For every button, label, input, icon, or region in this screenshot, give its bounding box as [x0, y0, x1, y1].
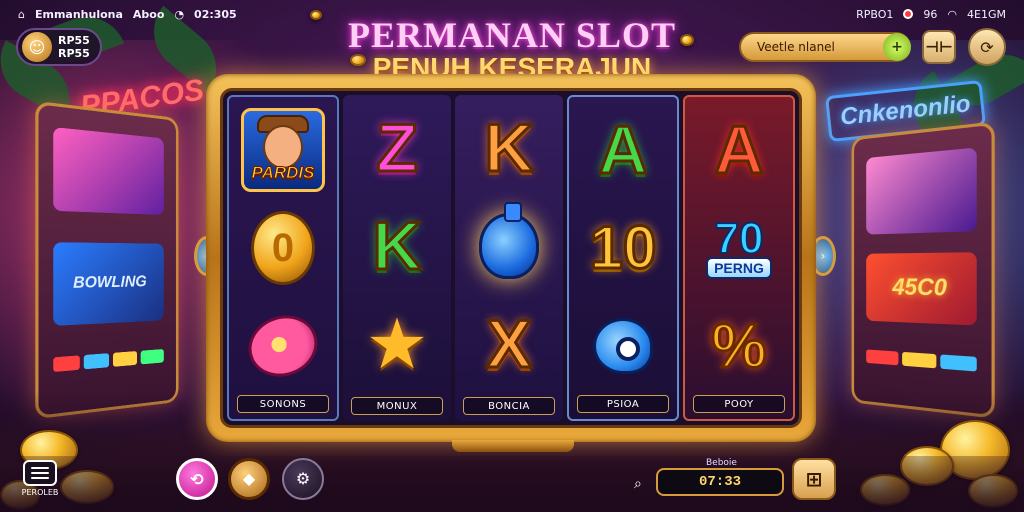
cabinet-buttons: [866, 349, 977, 372]
reel-symbol: [455, 197, 563, 295]
settings-button[interactable]: ⚙: [282, 458, 324, 500]
reel-3[interactable]: K X BONCIA: [455, 95, 563, 421]
letter-symbol: K: [371, 208, 423, 284]
slot-machine-frame: PARDIS 0 SONONS Z K ★ MONUX K X BONCIA A…: [206, 74, 816, 442]
reel-symbol: PARDIS: [229, 101, 337, 199]
reel-symbol: [569, 297, 677, 395]
portrait-symbol: PARDIS: [241, 108, 325, 192]
reel-1[interactable]: PARDIS 0 SONONS: [227, 95, 339, 421]
refresh-button[interactable]: ⟳: [968, 28, 1006, 66]
reel-label: PSIOA: [577, 395, 669, 413]
coin-symbol: 0: [251, 211, 315, 285]
search-icon[interactable]: ⌕: [634, 476, 642, 492]
letter-symbol: A: [713, 112, 765, 188]
letter-symbol: A: [597, 112, 649, 188]
portrait-label: PARDIS: [251, 163, 315, 183]
layout-button[interactable]: ⊣⊢: [922, 30, 956, 64]
letter-symbol: X: [485, 306, 533, 382]
reel-5[interactable]: A 70 PERNG % POOY: [683, 95, 795, 421]
chevron-right-icon: ›: [820, 249, 826, 263]
avatar: ☺: [22, 32, 52, 62]
reel-label: SONONS: [237, 395, 329, 413]
reel-symbol: K: [455, 99, 563, 197]
reel-symbol: 0: [229, 199, 337, 297]
action-pill-button[interactable]: Veetle nlanel +: [739, 32, 911, 62]
timer-label: Beboie: [706, 458, 737, 468]
cabinet-screen: [866, 147, 977, 235]
cabinet-screen: [53, 127, 164, 216]
letter-symbol: Z: [375, 110, 420, 186]
reel-symbol: %: [685, 297, 793, 395]
cabinet-screen: 45C0: [866, 252, 977, 326]
reel-symbol: A: [685, 101, 793, 199]
wild-number: 70: [714, 214, 765, 263]
arcade-cabinet-right: 45C0: [851, 121, 995, 419]
reel-label: BONCIA: [463, 397, 555, 415]
reels-container: PARDIS 0 SONONS Z K ★ MONUX K X BONCIA A…: [220, 88, 802, 428]
reel-symbol: X: [455, 295, 563, 393]
cabinet-icon: ⊞: [805, 467, 823, 491]
arcade-cabinet-left: BOWLING: [35, 100, 179, 420]
reel-symbol: K: [343, 197, 451, 295]
reel-symbol: 70 PERNG: [685, 199, 793, 297]
action-pill-label: Veetle nlanel: [757, 40, 835, 54]
spin-button[interactable]: ⟲: [176, 458, 218, 500]
spin-icon: ⟲: [190, 469, 204, 489]
candy-icon: [239, 305, 327, 387]
reel-symbol: Z: [343, 99, 451, 197]
bottom-bar: [0, 456, 1024, 512]
percent-symbol: %: [710, 310, 768, 382]
menu-label: PEROLEB: [21, 487, 59, 497]
timer-display: 07:33: [656, 468, 784, 496]
cabinet-button[interactable]: ⊞: [792, 458, 836, 500]
reel-label: MONUX: [351, 397, 443, 415]
potion-icon: [479, 202, 539, 279]
wild-symbol: 70 PERNG: [706, 214, 772, 279]
diamond-button[interactable]: ◆: [228, 458, 270, 500]
cabinet-buttons: [53, 349, 164, 373]
menu-button[interactable]: PEROLEB: [20, 458, 60, 498]
cabinet-screen: BOWLING: [53, 242, 164, 326]
balance-line2: RP55: [58, 47, 90, 60]
reel-symbol: ★: [343, 295, 451, 393]
gear-icon: ⚙: [295, 469, 311, 488]
reel-label: POOY: [693, 395, 785, 413]
wild-label: PERNG: [706, 257, 772, 279]
balance-badge[interactable]: ☺ RP55 RP55: [16, 28, 102, 66]
menu-icon: [23, 459, 57, 486]
reel-symbol: A: [569, 101, 677, 199]
layout-icon: ⊣⊢: [925, 38, 953, 56]
plus-icon: +: [883, 33, 911, 61]
balance-line1: RP55: [58, 34, 90, 47]
refresh-icon: ⟳: [980, 37, 994, 57]
reel-4[interactable]: A 10 PSIOA: [567, 95, 679, 421]
reel-symbol: 10: [569, 199, 677, 297]
star-icon: ★: [365, 303, 429, 385]
number-symbol: 10: [588, 214, 658, 281]
reel-2[interactable]: Z K ★ MONUX: [343, 95, 451, 421]
bird-icon: [593, 318, 653, 374]
reel-symbol: [229, 297, 337, 395]
letter-symbol: K: [483, 110, 535, 186]
frame-base: [452, 440, 574, 452]
diamond-icon: ◆: [242, 469, 256, 488]
